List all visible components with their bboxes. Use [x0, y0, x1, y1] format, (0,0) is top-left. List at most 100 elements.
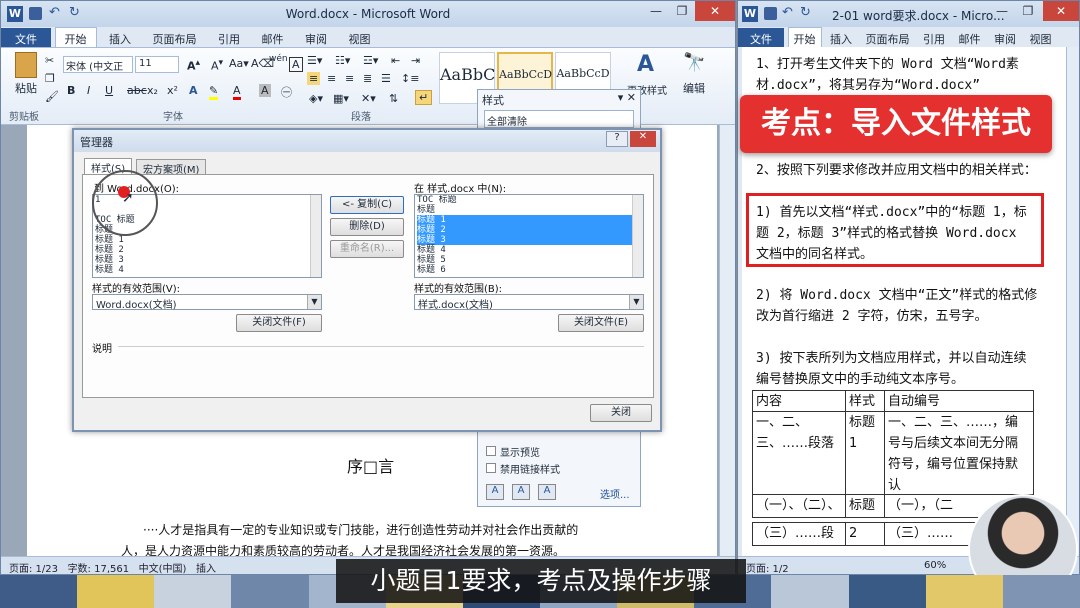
list-item[interactable]: 标题 4 — [417, 245, 643, 255]
find-icon[interactable]: 🔭 — [683, 52, 705, 73]
dropdown-arrow-icon[interactable]: ▼ — [629, 295, 643, 309]
superscript-icon[interactable]: x² — [167, 84, 178, 97]
list-item[interactable]: 标题 4 — [95, 265, 321, 275]
show-marks-icon[interactable]: ↵ — [415, 90, 432, 105]
shading-icon[interactable]: ◈▾ — [309, 92, 323, 105]
maximize-button[interactable]: ❐ — [1015, 1, 1041, 21]
char-border-icon[interactable]: A — [289, 57, 303, 72]
right-style-list[interactable]: TOC 标题 标题 标题 1 标题 2 标题 3 标题 4 标题 5 标题 6 — [414, 194, 644, 278]
list-item-selected[interactable]: 标题 2 — [417, 225, 643, 235]
numbering-icon[interactable]: ☷▾ — [335, 54, 350, 67]
decrease-indent-icon[interactable]: ⇤ — [391, 54, 400, 67]
save-icon[interactable] — [764, 7, 777, 20]
left-list-scrollbar[interactable] — [310, 195, 321, 277]
list-item[interactable]: 标题 5 — [417, 255, 643, 265]
tab-layout[interactable]: 页面布局 — [861, 28, 915, 47]
list-item[interactable]: TOC 标题 — [417, 195, 643, 205]
change-styles-icon[interactable]: A — [637, 52, 654, 77]
borders-icon[interactable]: ▦▾ — [333, 92, 349, 105]
sort-icon[interactable]: ⇅ — [389, 92, 398, 105]
tab-references[interactable]: 引用 — [918, 28, 950, 47]
list-item[interactable]: 标题 1 — [95, 235, 321, 245]
tab-mailings[interactable]: 邮件 — [954, 28, 986, 47]
left-range-select[interactable]: Word.docx(文档) ▼ — [92, 294, 322, 310]
bold-icon[interactable]: B — [67, 84, 75, 97]
tab-view[interactable]: 视图 — [1025, 28, 1057, 47]
tab-home[interactable]: 开始 — [788, 27, 822, 47]
copy-icon[interactable]: ❐ — [45, 72, 55, 85]
styles-pane-close-icon[interactable]: ▾ ✕ — [618, 91, 636, 104]
delete-button[interactable]: 删除(D) — [330, 218, 404, 236]
close-file-left-button[interactable]: 关闭文件(F) — [236, 314, 322, 332]
minimize-button[interactable]: — — [989, 1, 1015, 21]
list-item[interactable]: 标题 2 — [95, 245, 321, 255]
list-item[interactable]: 标题 6 — [417, 265, 643, 275]
status-page[interactable]: 页面: 1/23 — [9, 564, 58, 575]
shrink-font-icon[interactable]: A▾ — [211, 57, 223, 73]
chinese-layout-icon[interactable]: ✕▾ — [361, 92, 376, 105]
options-link[interactable]: 选项... — [600, 486, 630, 501]
disable-linked-checkbox[interactable] — [486, 463, 496, 473]
list-item-selected[interactable]: 标题 1 — [417, 215, 643, 225]
dialog-close-main-button[interactable]: 关闭 — [590, 404, 652, 422]
new-style-icon[interactable]: A — [486, 484, 504, 500]
paste-button[interactable]: 粘贴 — [15, 80, 37, 96]
close-file-right-button[interactable]: 关闭文件(E) — [558, 314, 644, 332]
paste-icon[interactable] — [15, 52, 37, 78]
maximize-button[interactable]: ❐ — [669, 1, 695, 21]
tab-review[interactable]: 审阅 — [989, 28, 1021, 47]
close-button[interactable]: ✕ — [1043, 1, 1079, 21]
list-item[interactable]: 标题 3 — [95, 255, 321, 265]
redo-icon[interactable]: ↻ — [800, 5, 811, 20]
zoom-level[interactable]: 60% — [924, 560, 946, 571]
right-range-select[interactable]: 样式.docx(文档) ▼ — [414, 294, 644, 310]
align-left-icon[interactable]: ≡ — [307, 72, 320, 85]
status-mode[interactable]: 插入 — [196, 564, 216, 575]
underline-icon[interactable]: U — [105, 84, 113, 97]
font-color-icon[interactable]: A — [233, 84, 241, 100]
line-spacing-icon[interactable]: ↕≡ — [401, 72, 419, 85]
rename-button[interactable]: 重命名(R)... — [330, 240, 404, 258]
align-center-icon[interactable]: ≡ — [327, 72, 336, 85]
list-item[interactable]: 标题 — [417, 205, 643, 215]
increase-indent-icon[interactable]: ⇥ — [411, 54, 420, 67]
font-name-box[interactable]: 宋体 (中文正 — [63, 56, 133, 73]
cut-icon[interactable]: ✂ — [45, 54, 54, 67]
tab-macro-items[interactable]: 宏方案项(M) — [136, 159, 206, 174]
phonetic-icon[interactable]: wén — [269, 54, 288, 64]
italic-icon[interactable]: I — [87, 84, 90, 97]
undo-icon[interactable]: ↶ — [782, 5, 793, 20]
manage-styles-icon[interactable]: A — [538, 484, 556, 500]
status-lang[interactable]: 中文(中国) — [139, 564, 187, 575]
grow-font-icon[interactable]: A▴ — [187, 57, 200, 73]
distributed-icon[interactable]: ☰ — [381, 72, 391, 85]
change-case-icon[interactable]: Aa▾ — [229, 57, 249, 70]
text-effect-icon[interactable]: A — [189, 84, 198, 97]
vertical-scrollbar[interactable] — [719, 125, 735, 557]
dropdown-arrow-icon[interactable]: ▼ — [307, 295, 321, 309]
font-size-box[interactable]: 11 — [135, 56, 179, 73]
list-item-selected[interactable]: 标题 3 — [417, 235, 643, 245]
justify-icon[interactable]: ≣ — [363, 72, 372, 85]
highlight-icon[interactable]: ✎ — [209, 84, 218, 100]
close-button[interactable]: ✕ — [695, 1, 735, 21]
show-preview-checkbox[interactable] — [486, 446, 496, 456]
dialog-close-button[interactable]: ✕ — [630, 131, 656, 147]
style-inspector-icon[interactable]: A — [512, 484, 530, 500]
align-right-icon[interactable]: ≡ — [345, 72, 354, 85]
tab-file[interactable]: 文件 — [738, 28, 784, 47]
char-shading-icon[interactable]: A — [259, 84, 271, 97]
status-words[interactable]: 字数: 17,561 — [68, 564, 130, 575]
format-painter-icon[interactable]: 🖌 — [45, 90, 59, 103]
dialog-help-button[interactable]: ? — [606, 131, 628, 147]
subscript-icon[interactable]: x₂ — [147, 84, 158, 97]
edit-button[interactable]: 编辑 — [683, 80, 705, 96]
bullets-icon[interactable]: ☰▾ — [307, 54, 322, 67]
copy-button[interactable]: <- 复制(C) — [330, 196, 404, 214]
strikethrough-icon[interactable]: abc — [127, 84, 147, 97]
status-page[interactable]: 页面: 1/2 — [746, 564, 789, 575]
right-vertical-scrollbar[interactable] — [1066, 47, 1080, 557]
multilevel-icon[interactable]: ☲▾ — [363, 54, 378, 67]
clear-all-item[interactable]: 全部清除 — [484, 110, 634, 128]
tab-insert[interactable]: 插入 — [825, 28, 857, 47]
